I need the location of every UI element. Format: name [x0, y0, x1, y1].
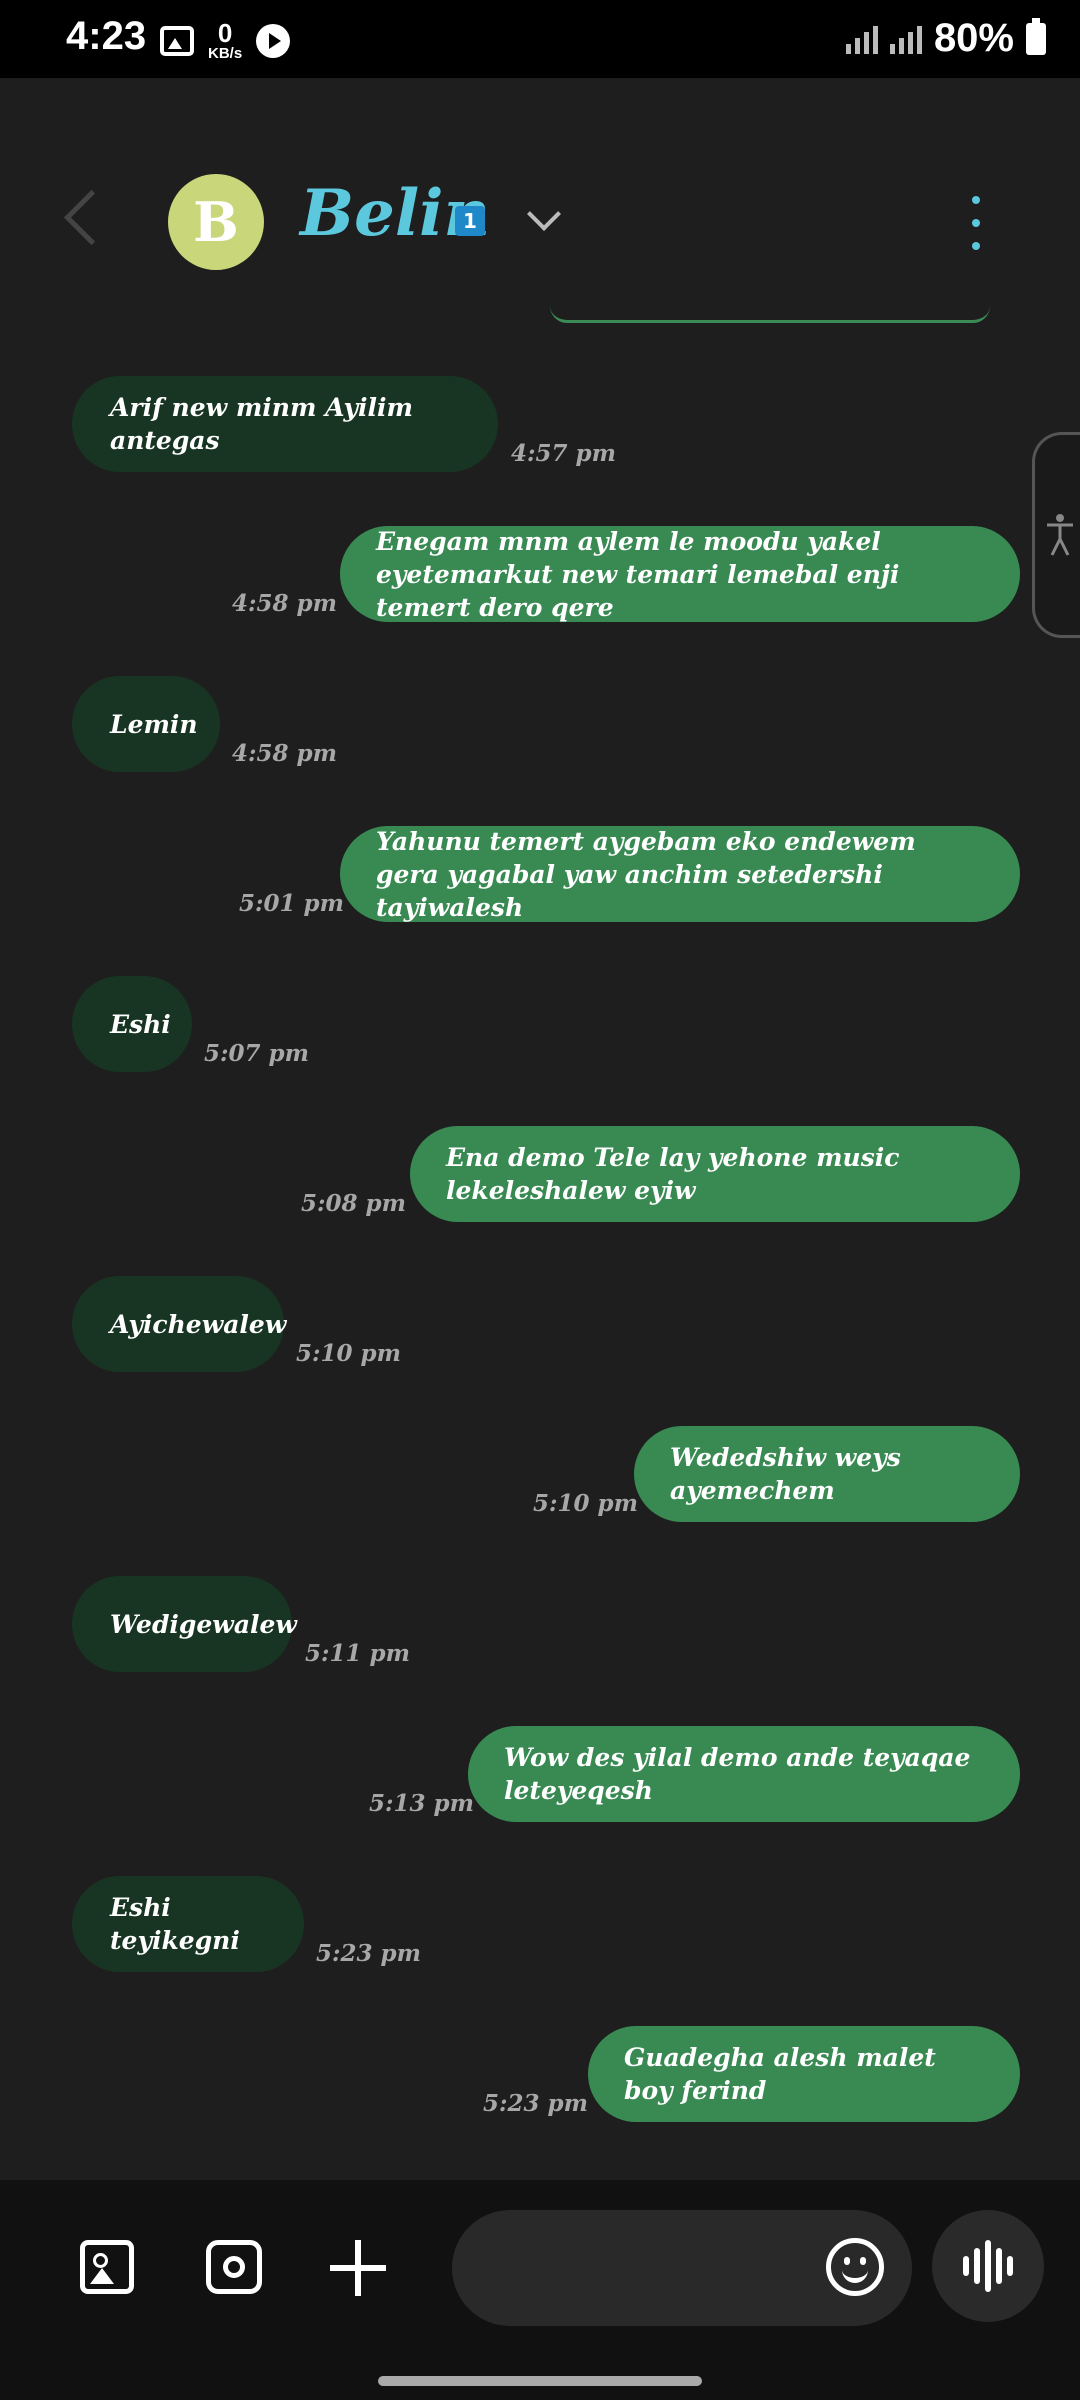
message-bubble-outgoing[interactable]: Yahunu temert aygebam eko endewem gera y… [340, 826, 1020, 922]
camera-icon[interactable] [206, 2240, 262, 2294]
signal-strength-icon-2 [889, 24, 922, 54]
message-bubble-outgoing[interactable]: Wow des yilal demo ande teyaqae leteyeqe… [468, 1726, 1020, 1822]
status-system-icons: 80% [845, 16, 1046, 61]
emoji-icon[interactable] [826, 2238, 884, 2296]
partial-message-bubble [550, 306, 990, 323]
message-bubble-outgoing[interactable]: Enegam mnm aylem le moodu yakel eyetemar… [340, 526, 1020, 622]
message-bubble-incoming[interactable]: Wedigewalew [72, 1576, 297, 1672]
message-timestamp: 5:13 pm [369, 1790, 474, 1817]
voice-record-icon[interactable] [932, 2210, 1044, 2322]
message-text: Eshi [110, 1009, 171, 1039]
battery-percentage: 80% [933, 16, 1014, 60]
message-timestamp: 5:23 pm [483, 2090, 588, 2117]
add-attachment-icon[interactable] [330, 2240, 386, 2296]
message-bubble-outgoing[interactable]: Guadegha alesh malet boy ferind [588, 2026, 1020, 2122]
message-text: Enegam mnm aylem le moodu yakel eyetemar… [376, 526, 900, 622]
gallery-notification-icon [160, 25, 194, 56]
message-timestamp: 4:58 pm [232, 590, 337, 617]
back-arrow-icon[interactable] [63, 189, 120, 246]
message-text: Wow des yilal demo ande teyaqae leteyeqe… [504, 1743, 971, 1805]
message-text: Guadegha alesh malet boy ferind [624, 2043, 936, 2105]
message-timestamp: 5:08 pm [301, 1190, 406, 1217]
status-notification-icons: 0 KB/s [160, 20, 291, 61]
message-composer [0, 2180, 1080, 2400]
message-timestamp: 5:07 pm [204, 1040, 309, 1067]
message-text: Eshi teyikegni [110, 1893, 240, 1955]
message-bubble-incoming[interactable]: Arif new minm Ayilim antegas [72, 376, 498, 472]
message-timestamp: 5:01 pm [239, 890, 344, 917]
accessibility-icon [1047, 514, 1073, 556]
accessibility-shortcut[interactable] [1032, 432, 1080, 638]
message-bubble-outgoing[interactable]: Ena demo Tele lay yehone music lekelesha… [410, 1126, 1020, 1222]
message-bubble-incoming[interactable]: Eshi [72, 976, 192, 1072]
message-timestamp: 5:23 pm [316, 1940, 421, 1967]
message-timestamp: 5:10 pm [533, 1490, 638, 1517]
message-text: Ayichewalew [110, 1309, 287, 1339]
message-text: Yahunu temert aygebam eko endewem gera y… [376, 826, 916, 922]
network-speed-unit: KB/s [208, 45, 243, 62]
network-speed-value: 0 [217, 18, 233, 48]
battery-icon [1026, 17, 1046, 55]
message-timestamp: 4:58 pm [232, 740, 337, 767]
message-text: Arif new minm Ayilim antegas [110, 393, 413, 455]
signal-strength-icon [845, 24, 878, 54]
message-bubble-incoming[interactable]: Lemin [72, 676, 220, 772]
sim-badge: 1 [455, 206, 485, 236]
status-bar: 4:23 0 KB/s 80% [0, 0, 1080, 78]
home-indicator[interactable] [378, 2376, 702, 2386]
message-text: Ena demo Tele lay yehone music lekelesha… [446, 1143, 900, 1205]
message-timestamp: 4:57 pm [511, 440, 616, 467]
message-bubble-incoming[interactable]: Ayichewalew [72, 1276, 287, 1372]
message-bubble-incoming[interactable]: Eshi teyikegni [72, 1876, 304, 1972]
contact-avatar[interactable]: B [168, 174, 264, 270]
gallery-icon[interactable] [80, 2240, 134, 2294]
message-text: Wedigewalew [110, 1609, 297, 1639]
more-options-icon[interactable] [972, 196, 980, 250]
message-text: Lemin [110, 709, 198, 739]
message-text: Wededshiw weys ayemechem [670, 1443, 901, 1505]
message-bubble-outgoing[interactable]: Wededshiw weys ayemechem [634, 1426, 1020, 1522]
media-play-notification-icon [256, 23, 291, 58]
network-speed: 0 KB/s [208, 20, 242, 61]
message-timestamp: 5:11 pm [305, 1640, 410, 1667]
chevron-down-icon[interactable] [527, 197, 561, 231]
status-time: 4:23 [66, 14, 147, 58]
message-timestamp: 5:10 pm [296, 1340, 401, 1367]
conversation-header: B Belin 1 [0, 78, 1080, 318]
